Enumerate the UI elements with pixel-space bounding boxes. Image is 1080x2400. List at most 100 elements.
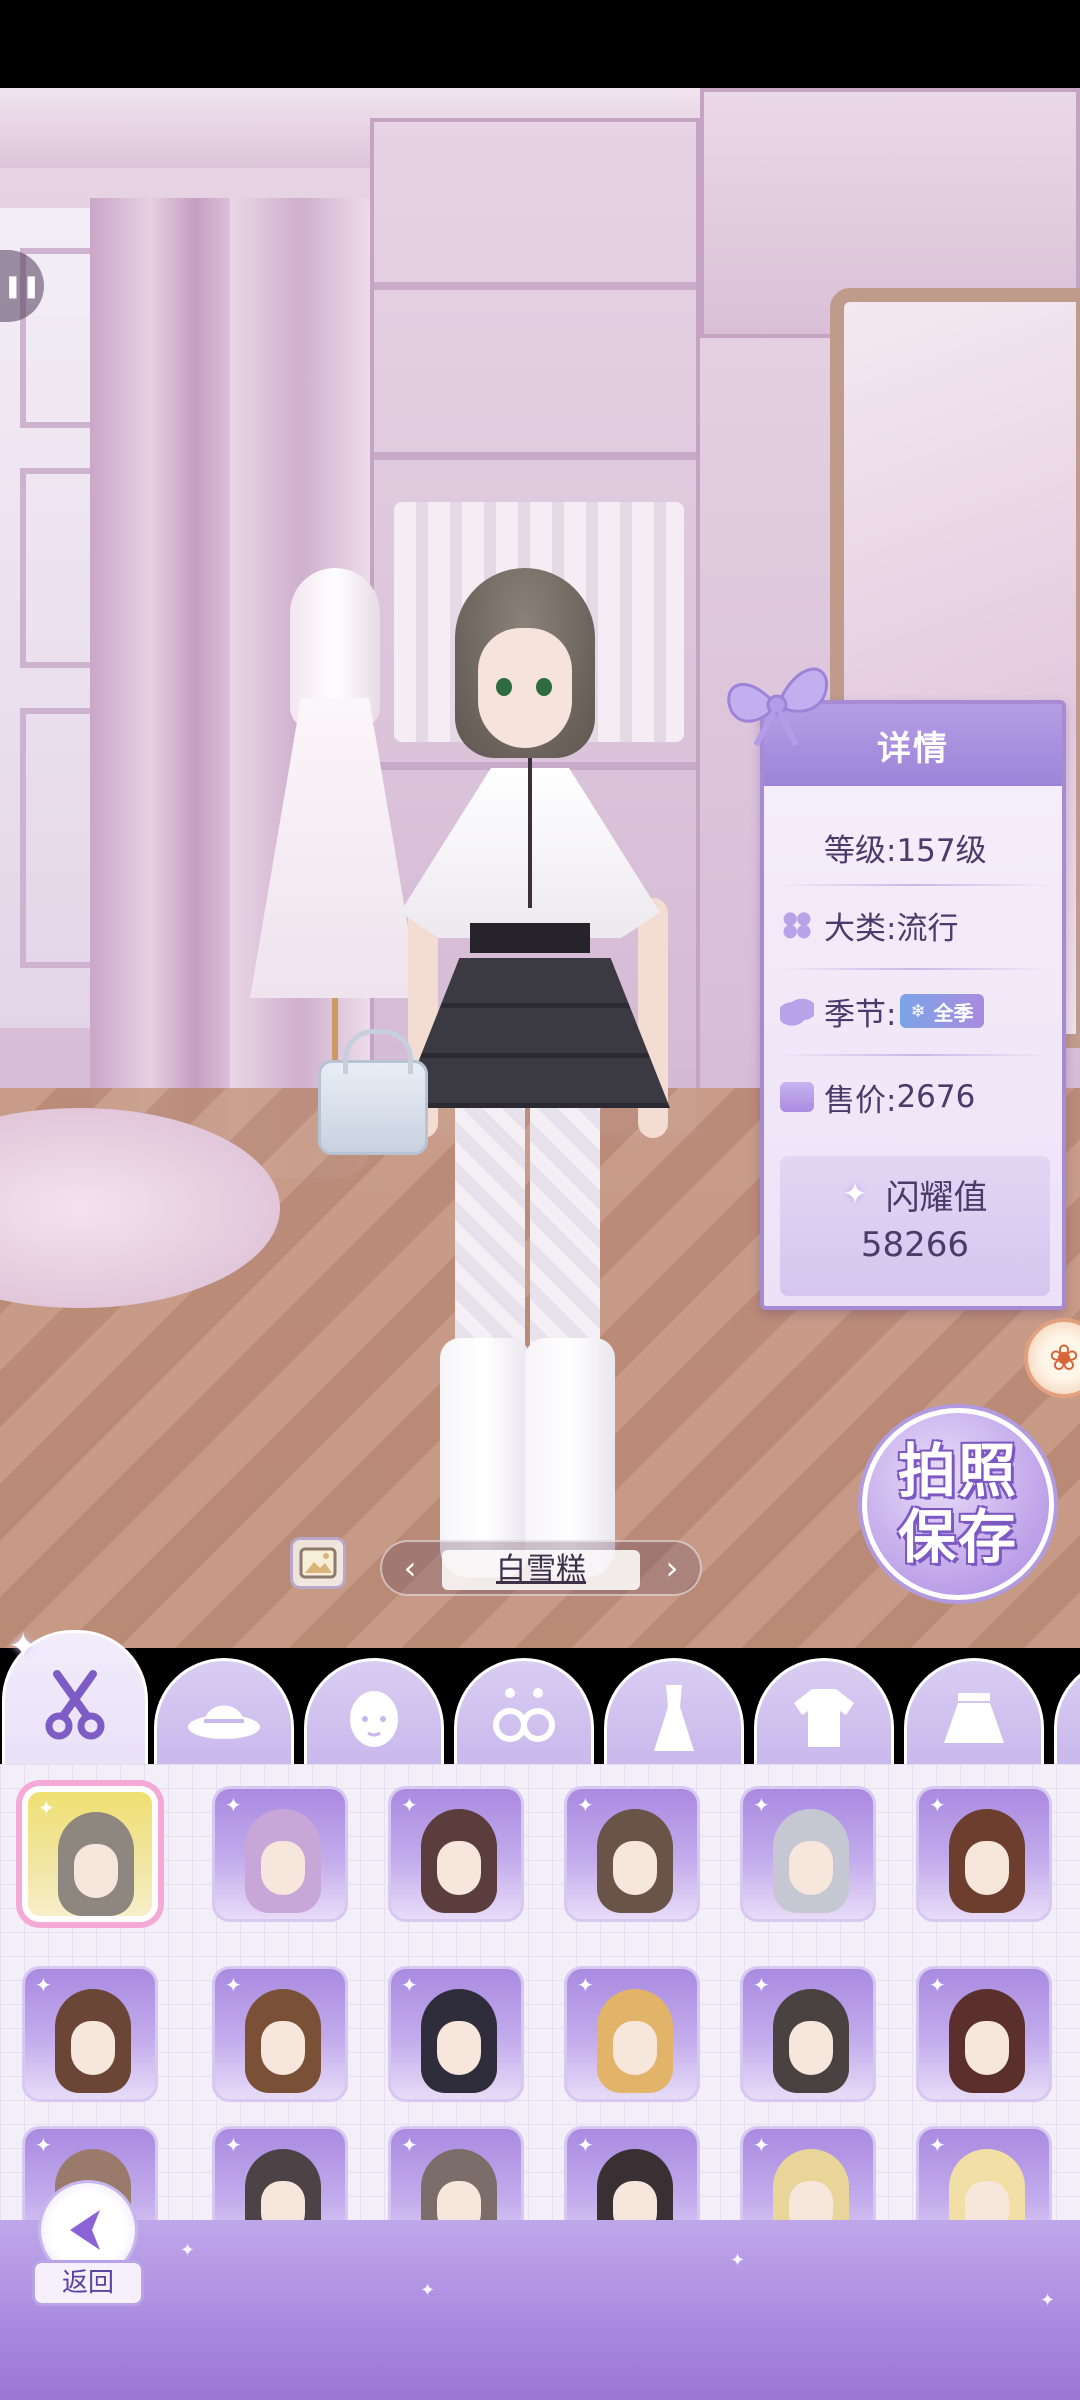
dress-icon — [654, 1685, 694, 1751]
tab-face[interactable] — [304, 1658, 444, 1773]
season-value: 全季 — [933, 1000, 974, 1025]
details-panel: 详情 等级: 157级 大类: 流行 季节: ❄ 全季 售价: 2676 ✦ 闪… — [760, 700, 1066, 1310]
tab-dress[interactable] — [604, 1658, 744, 1773]
face-preview — [613, 1841, 657, 1895]
photo-save-line2: 保存 — [897, 1503, 1018, 1571]
details-title: 详情 — [877, 728, 949, 769]
price-row: 售价: 2676 — [774, 1062, 1056, 1132]
face-preview — [71, 2021, 115, 2075]
hairstyle-item[interactable]: ✦ — [916, 1786, 1052, 1922]
hairstyle-item[interactable]: ✦ — [916, 1966, 1052, 2102]
sparkle-icon: ✦ — [753, 1793, 770, 1817]
face-preview — [74, 1844, 118, 1898]
coin-card-icon — [780, 1082, 814, 1112]
sparkle-icon: ✦ — [401, 1793, 418, 1817]
sparkle-icon: ✦ — [753, 1973, 770, 1997]
shirt-icon — [794, 1689, 854, 1747]
hairstyle-item[interactable]: ✦ — [564, 2126, 700, 2224]
hairstyle-item[interactable]: ✦ — [212, 2126, 348, 2224]
hairstyle-item[interactable]: ✦ — [916, 2126, 1052, 2224]
face-preview — [437, 2021, 481, 2075]
sparkle-icon: ✦ — [225, 1793, 242, 1817]
paw-icon: ❀ — [1048, 1337, 1080, 1379]
category-row: 大类: 流行 — [774, 890, 1056, 960]
face-preview — [613, 2021, 657, 2075]
outfit-name-selector: ‹ 白雪糕 › — [380, 1540, 702, 1596]
hairstyle-item[interactable]: ✦ — [740, 1966, 876, 2102]
tab-more[interactable] — [1054, 1658, 1080, 1773]
face-preview — [261, 2021, 305, 2075]
item-grid: ✦ ✦ ✦ ✦ ✦ ✦ ✦ ✦ ✦ ✦ ✦ ✦ ✦ ✦ ✦ ✦ ✦ ✦ — [0, 1764, 1080, 2224]
face-preview — [437, 1841, 481, 1895]
sparkle-icon: ✦ — [401, 2133, 418, 2157]
back-arrow-icon — [70, 2210, 100, 2250]
ribbon-bow-icon — [727, 667, 828, 747]
face-preview — [261, 2181, 305, 2224]
status-bar — [0, 0, 1080, 88]
sparkle-icon: ✦ — [38, 1796, 55, 1820]
season-badge: ❄ 全季 — [900, 994, 984, 1028]
hairstyle-item[interactable]: ✦ — [22, 1786, 158, 1922]
shine-label: 闪耀值 — [885, 1178, 988, 1218]
sparkle-icon: ✦ — [35, 2133, 52, 2157]
scissors-icon — [45, 1670, 105, 1740]
sparkle-icon: ✦ — [35, 1973, 52, 1997]
sparkle-icon: ✦ — [842, 1177, 868, 1212]
sparkle-icon: ✦ — [401, 1973, 418, 1997]
back-button[interactable]: 返回 — [32, 2180, 144, 2310]
hairstyle-item[interactable]: ✦ — [212, 1786, 348, 1922]
sparkle-icon: ✦ — [929, 1793, 946, 1817]
sparkle-icon: ✦ — [577, 2133, 594, 2157]
sparkle-icon: ✦ — [225, 2133, 242, 2157]
photo-save-line1: 拍照 — [897, 1437, 1018, 1505]
chevron-right-icon: › — [665, 1549, 679, 1587]
back-label: 返回 — [32, 2260, 144, 2306]
hairstyle-item[interactable]: ✦ — [388, 1966, 524, 2102]
hairstyle-item[interactable]: ✦ — [564, 1786, 700, 1922]
shine-box: ✦ 闪耀值 58266 — [780, 1156, 1050, 1296]
face-preview — [613, 2181, 657, 2224]
image-icon — [299, 1547, 337, 1579]
level-value: 157级 — [896, 832, 987, 869]
tab-hat[interactable] — [154, 1658, 294, 1773]
level-row: 等级: 157级 — [774, 812, 1056, 882]
dressup-screen: ❚❚ 详情 等级: 157级 大类: 流行 季节: ❄ 全季 售价: 2676 … — [0, 0, 1080, 2400]
cloud-icon — [780, 996, 814, 1026]
photo-save-button[interactable]: 拍照 保存 — [862, 1408, 1054, 1600]
next-outfit-button[interactable]: › — [644, 1542, 700, 1594]
hairstyle-item[interactable]: ✦ — [212, 1966, 348, 2102]
face-preview — [261, 1841, 305, 1895]
hairstyle-item[interactable]: ✦ — [22, 1966, 158, 2102]
sparkle-icon: ✦ — [929, 2133, 946, 2157]
hat-icon — [188, 1705, 260, 1739]
face-preview — [789, 2021, 833, 2075]
prev-outfit-button[interactable]: ‹ — [382, 1542, 438, 1594]
category-value: 流行 — [896, 910, 959, 947]
season-row: 季节: ❄ 全季 — [774, 976, 1056, 1046]
tab-sparkle-icon: ✦ — [8, 1626, 39, 1667]
chevron-left-icon: ‹ — [403, 1549, 417, 1587]
face-preview — [789, 1841, 833, 1895]
face-preview — [965, 1841, 1009, 1895]
season-snowflake-icon: ❄ — [910, 1000, 926, 1022]
gallery-button[interactable] — [290, 1537, 346, 1589]
sparkle-icon: ✦ — [577, 1973, 594, 1997]
shine-value: 58266 — [860, 1225, 970, 1265]
hairstyle-item[interactable]: ✦ — [564, 1966, 700, 2102]
sparkle-icon: ✦ — [753, 2133, 770, 2157]
season-label: 季节: — [824, 996, 897, 1033]
price-value: 2676 — [896, 1079, 976, 1115]
face-preview — [965, 2021, 1009, 2075]
face-preview — [965, 2181, 1009, 2224]
hairstyle-item[interactable]: ✦ — [740, 2126, 876, 2224]
face-preview — [437, 2181, 481, 2224]
hairstyle-item[interactable]: ✦ — [740, 1786, 876, 1922]
tab-earrings[interactable] — [454, 1658, 594, 1773]
outfit-name[interactable]: 白雪糕 — [442, 1550, 640, 1590]
face-preview — [789, 2181, 833, 2224]
bottom-bar: ✦ ✦ ✦ ✦ — [0, 2220, 1080, 2400]
tab-top[interactable] — [754, 1658, 894, 1773]
tab-skirt[interactable] — [904, 1658, 1044, 1773]
hairstyle-item[interactable]: ✦ — [388, 1786, 524, 1922]
hairstyle-item[interactable]: ✦ — [388, 2126, 524, 2224]
